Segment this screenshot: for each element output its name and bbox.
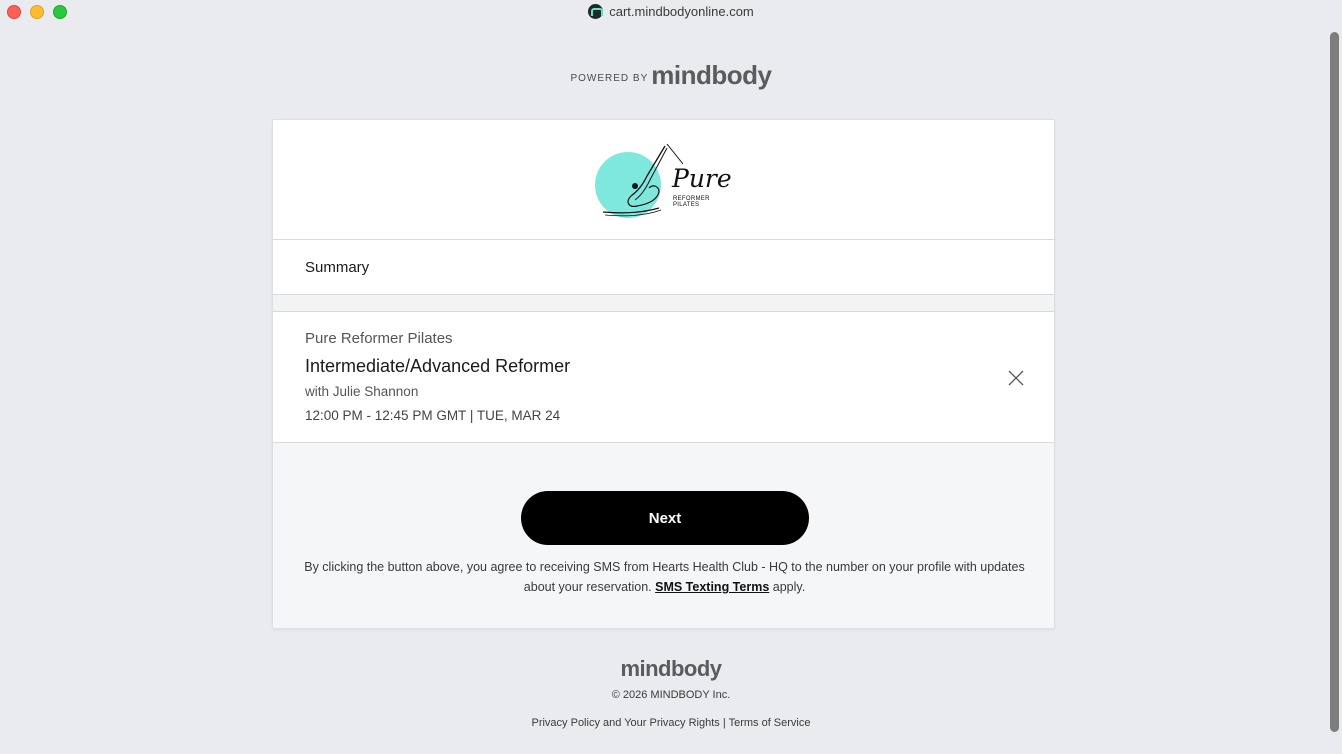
url-text: cart.mindbodyonline.com bbox=[609, 4, 754, 19]
class-name: Intermediate/Advanced Reformer bbox=[305, 356, 571, 376]
section-divider bbox=[273, 295, 1054, 312]
cart-card: Pure REFORMER PILATES Summary Pure Refor… bbox=[272, 119, 1055, 629]
summary-header: Summary bbox=[273, 240, 1054, 295]
page-scrollbar[interactable] bbox=[1330, 32, 1339, 732]
checkout-actions: Next By clicking the button above, you a… bbox=[273, 443, 1054, 628]
close-icon[interactable] bbox=[1006, 368, 1026, 388]
class-time: 12:00 PM - 12:45 PM GMT | TUE, MAR 24 bbox=[305, 408, 561, 423]
studio-name: Pure Reformer Pilates bbox=[305, 330, 453, 347]
powered-by-label: POWERED BY bbox=[570, 73, 649, 84]
address-bar[interactable]: cart.mindbodyonline.com bbox=[0, 4, 1342, 19]
cart-item: Pure Reformer Pilates Intermediate/Advan… bbox=[273, 312, 1054, 443]
browser-titlebar: cart.mindbodyonline.com bbox=[0, 0, 1342, 26]
footer-mindbody-logo: mindbody bbox=[620, 656, 722, 681]
summary-title: Summary bbox=[305, 258, 370, 276]
next-button[interactable]: Next bbox=[521, 491, 809, 545]
footer-links: Privacy Policy and Your Privacy Rights |… bbox=[0, 717, 1342, 729]
sms-texting-terms-link[interactable]: SMS Texting Terms bbox=[655, 580, 769, 594]
terms-of-service-link[interactable]: Terms of Service bbox=[729, 717, 811, 729]
footer-separator: | bbox=[722, 717, 726, 729]
logo-wordmark: Pure bbox=[672, 164, 732, 193]
mindbody-favicon-icon bbox=[588, 4, 604, 19]
studio-logo: Pure REFORMER PILATES bbox=[595, 142, 735, 218]
instructor-name: with Julie Shannon bbox=[305, 384, 419, 399]
mindbody-logo: mindbody bbox=[651, 60, 772, 90]
privacy-policy-link[interactable]: Privacy Policy and Your Privacy Rights bbox=[531, 717, 719, 729]
logo-subtitle: REFORMER PILATES bbox=[673, 196, 710, 208]
sms-consent-text: By clicking the button above, you agree … bbox=[289, 557, 1040, 597]
powered-by-banner: POWERED BY mindbody bbox=[0, 60, 1342, 91]
studio-logo-area: Pure REFORMER PILATES bbox=[273, 120, 1054, 240]
copyright-text: © 2026 MINDBODY Inc. bbox=[611, 689, 731, 701]
consent-suffix: apply. bbox=[769, 580, 806, 594]
